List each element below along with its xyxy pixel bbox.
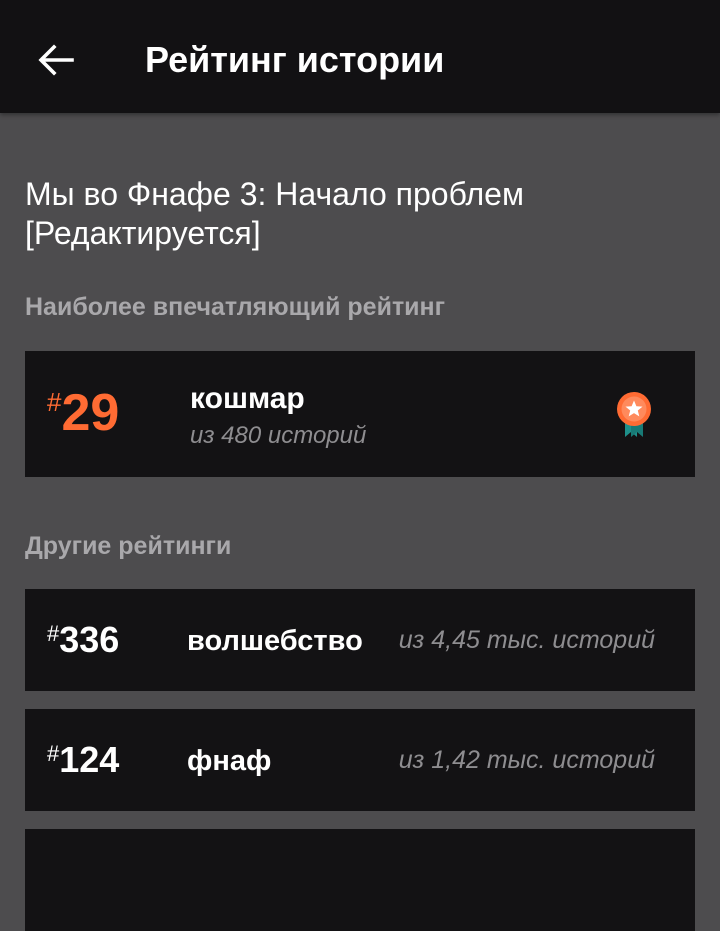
ranking-total: из 480 историй <box>190 422 367 449</box>
ranking-tag: волшебство <box>187 625 363 657</box>
ranking-row[interactable]: #124 фнаф из 1,42 тыс. историй <box>25 709 695 811</box>
section-label-other-rankings: Другие рейтинги <box>25 532 232 560</box>
rank-number: #29 <box>47 383 119 443</box>
ranking-tag: кошмар <box>190 382 305 415</box>
rank-hash: # <box>47 741 60 766</box>
content: Мы во Фнафе 3: Начало проблем [Редактиру… <box>0 113 720 931</box>
rank-hash: # <box>47 387 62 417</box>
rank-number: #124 <box>47 739 119 781</box>
story-title: Мы во Фнафе 3: Начало проблем [Редактиру… <box>25 176 524 251</box>
top-ranking-card[interactable]: #29 кошмар из 480 историй <box>25 351 695 477</box>
arrow-left-icon <box>38 44 74 76</box>
rank-number: #336 <box>47 619 119 661</box>
rank-value: 124 <box>59 739 120 780</box>
rank-value: 336 <box>59 619 120 660</box>
page-title: Рейтинг истории <box>145 39 445 80</box>
ranking-tag: фнаф <box>187 745 272 777</box>
award-ribbon-icon <box>617 392 651 437</box>
section-label-top-ranking: Наиболее впечатляющий рейтинг <box>25 293 446 321</box>
ranking-row[interactable]: #336 волшебство из 4,45 тыс. историй <box>25 589 695 691</box>
app-bar: Рейтинг истории <box>0 0 720 113</box>
ranking-row-partial[interactable] <box>25 829 695 931</box>
back-button[interactable] <box>26 30 86 90</box>
ranking-total: из 4,45 тыс. историй <box>398 626 655 654</box>
rank-value: 29 <box>61 384 120 442</box>
ranking-total: из 1,42 тыс. историй <box>398 746 655 774</box>
rank-hash: # <box>47 621 60 646</box>
